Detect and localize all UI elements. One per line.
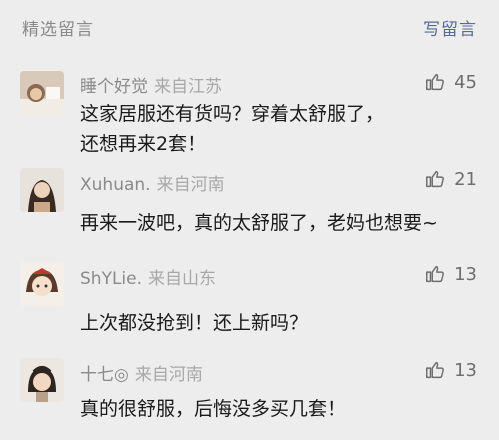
- like-count: 13: [454, 359, 477, 381]
- comment-author[interactable]: Xuhuan.: [80, 175, 151, 195]
- comment-location: 来自山东: [148, 269, 217, 289]
- like-count: 45: [454, 71, 477, 93]
- comment-meta: 睡个好觉 来自江苏: [80, 72, 222, 97]
- thumbs-up-icon: [424, 263, 446, 285]
- comment-text: 再来一波吧，真的太舒服了，老妈也想要~: [80, 208, 499, 238]
- comment-author[interactable]: ShYLie.: [80, 269, 142, 289]
- comment-location: 来自河南: [134, 365, 203, 385]
- comment-location: 来自江苏: [154, 77, 222, 97]
- thumbs-up-icon: [424, 359, 446, 381]
- comment-text-line: 还想再来2套！: [80, 133, 207, 155]
- like-count: 21: [454, 168, 477, 190]
- comment-meta: ShYLie. 来自山东: [80, 264, 216, 289]
- comment-text-line: 这家居服还有货吗？穿着太舒服了，: [80, 103, 385, 125]
- comment-text: 这家居服还有货吗？穿着太舒服了， 还想再来2套！: [80, 99, 499, 159]
- comment-text-line: 上次都没抢到！还上新吗？: [80, 312, 309, 334]
- featured-comments-title: 精选留言: [22, 20, 94, 40]
- like-button[interactable]: 13: [424, 359, 477, 381]
- comment-meta: Xuhuan. 来自河南: [80, 170, 225, 195]
- avatar[interactable]: [20, 71, 64, 115]
- avatar[interactable]: [20, 358, 64, 402]
- like-button[interactable]: 21: [424, 168, 477, 190]
- like-button[interactable]: 13: [424, 263, 477, 285]
- comment-author[interactable]: 十七◎: [80, 365, 129, 385]
- avatar[interactable]: [20, 168, 64, 212]
- thumbs-up-icon: [424, 71, 446, 93]
- comment-author[interactable]: 睡个好觉: [80, 77, 148, 97]
- comment-text: 真的很舒服，后悔没多买几套！: [80, 394, 499, 424]
- comment-meta: 十七◎ 来自河南: [80, 360, 203, 385]
- avatar[interactable]: [20, 262, 64, 306]
- comment-text: 上次都没抢到！还上新吗？: [80, 308, 499, 338]
- thumbs-up-icon: [424, 168, 446, 190]
- comments-header: 精选留言 写留言: [0, 0, 499, 56]
- comment-text-line: 真的很舒服，后悔没多买几套！: [80, 398, 347, 420]
- comment-location: 来自河南: [156, 175, 225, 195]
- comment-text-line: 再来一波吧，真的太舒服了，老妈也想要~: [80, 212, 438, 234]
- like-button[interactable]: 45: [424, 71, 477, 93]
- like-count: 13: [454, 263, 477, 285]
- write-comment-button[interactable]: 写留言: [423, 15, 477, 40]
